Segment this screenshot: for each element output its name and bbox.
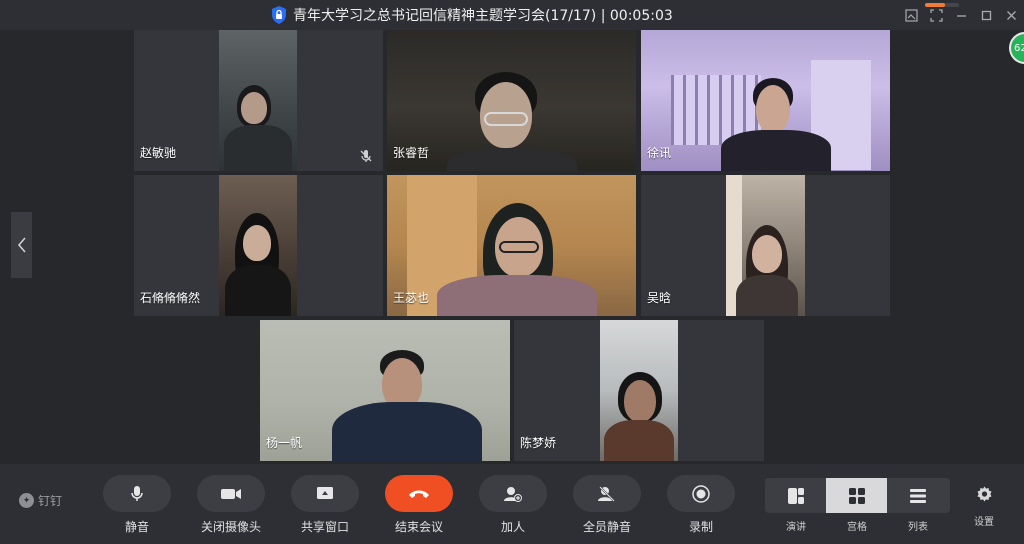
brand-logo: ✦ 钉钉: [19, 492, 62, 509]
share-label: 共享窗口: [300, 520, 349, 534]
minimize-button[interactable]: [949, 0, 974, 30]
participant-name: 杨一帆: [266, 436, 303, 450]
dingtalk-icon: ✦: [19, 493, 34, 508]
participant-video: [219, 30, 297, 171]
camera-off-button[interactable]: 关闭摄像头: [197, 475, 265, 535]
settings-button[interactable]: 设置: [970, 486, 998, 528]
participant-name: 陈梦娇: [520, 436, 557, 450]
add-user-icon: [504, 486, 522, 502]
list-view-button[interactable]: [887, 478, 948, 513]
participant-name: 王苾也: [393, 291, 430, 305]
end-meeting-button[interactable]: 结束会议: [385, 475, 453, 535]
microphone-icon: [131, 485, 143, 501]
meeting-title: 青年大学习之总书记回信精神主题学习会(17/17) | 00:05:03: [293, 8, 673, 24]
participant-tile[interactable]: 张睿哲: [387, 30, 636, 171]
participant-name: 徐讯: [647, 146, 672, 160]
mute-all-icon: [598, 485, 615, 502]
fullscreen-icon[interactable]: [924, 0, 949, 30]
share-screen-icon: [317, 486, 333, 499]
participant-name: 石脩脩脩然: [140, 291, 201, 305]
participant-video: [726, 175, 805, 316]
title-bar: 青年大学习之总书记回信精神主题学习会(17/17) | 00:05:03: [0, 0, 1024, 30]
chevron-left-icon[interactable]: [11, 212, 32, 278]
mute-all-label: 全员静音: [582, 520, 631, 534]
speaker-layout-icon: [787, 487, 804, 504]
participant-name: 赵敏驰: [140, 146, 177, 160]
participant-name: 吴晗: [647, 291, 672, 305]
participant-video: [219, 175, 297, 316]
video-grid: 赵敏驰 张睿哲 徐讯 石脩脩脩然 王苾也 吴晗 杨一帆 陈梦娇: [0, 30, 1024, 464]
meeting-title-group: 青年大学习之总书记回信精神主题学习会(17/17) | 00:05:03: [271, 5, 673, 25]
mic-muted-icon: [360, 150, 372, 162]
add-participant-button[interactable]: 加人: [479, 475, 547, 535]
camera-icon: [221, 488, 241, 499]
shield-lock-icon: [272, 6, 286, 24]
participant-tile[interactable]: 陈梦娇: [514, 320, 764, 461]
mute-label: 静音: [124, 520, 149, 534]
record-label: 录制: [688, 520, 713, 534]
brand-name: 钉钉: [38, 494, 63, 508]
end-label: 结束会议: [394, 520, 443, 534]
share-window-button[interactable]: 共享窗口: [291, 475, 359, 535]
join-label: 加人: [500, 520, 525, 534]
record-icon: [692, 484, 710, 503]
speaker-view-label: 演讲: [786, 522, 806, 533]
camera-label: 关闭摄像头: [200, 520, 261, 534]
grid-view-button[interactable]: [826, 478, 887, 513]
grid-view-label: 宫格: [847, 522, 867, 533]
mute-all-button[interactable]: 全员静音: [573, 475, 641, 535]
participant-tile[interactable]: 吴晗: [641, 175, 890, 316]
participant-name: 张睿哲: [393, 146, 430, 160]
hang-up-icon: [409, 490, 429, 498]
mute-button[interactable]: 静音: [103, 475, 171, 535]
participant-video: [641, 30, 890, 171]
record-button[interactable]: 录制: [667, 475, 735, 535]
screenshot-icon[interactable]: [899, 0, 924, 30]
participant-tile[interactable]: 石脩脩脩然: [134, 175, 383, 316]
settings-label: 设置: [974, 517, 994, 528]
grid-layout-icon: [848, 487, 865, 504]
speaker-view-button[interactable]: [765, 478, 826, 513]
view-mode-switcher: [765, 478, 950, 513]
participant-tile[interactable]: 王苾也: [387, 175, 636, 316]
participant-video: [600, 320, 678, 461]
list-layout-icon: [909, 488, 926, 503]
close-button[interactable]: [999, 0, 1024, 30]
gear-icon: [977, 486, 991, 502]
participant-tile[interactable]: 赵敏驰: [134, 30, 383, 171]
participant-tile[interactable]: 徐讯: [641, 30, 890, 171]
list-view-label: 列表: [908, 522, 928, 533]
participant-tile[interactable]: 杨一帆: [260, 320, 510, 461]
maximize-button[interactable]: [974, 0, 999, 30]
